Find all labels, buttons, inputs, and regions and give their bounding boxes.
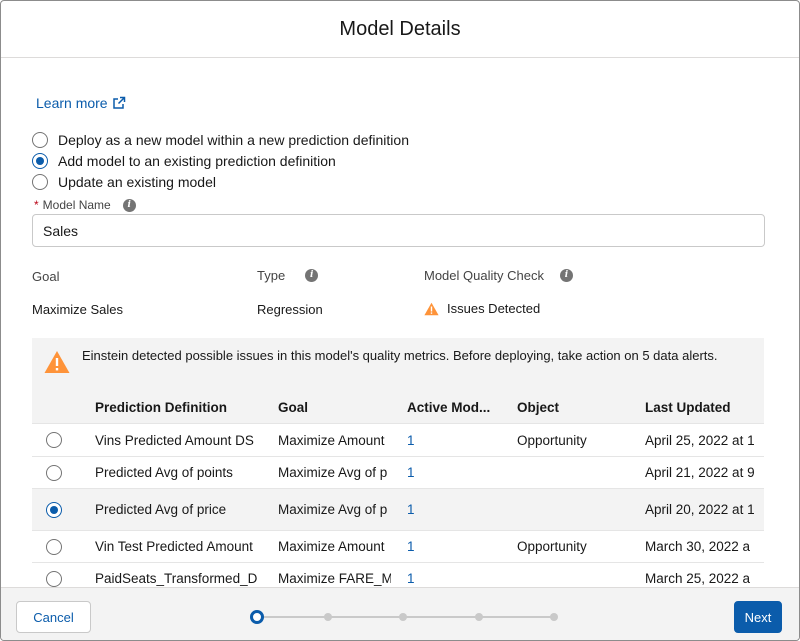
type-value: Regression bbox=[257, 302, 323, 317]
cell-object bbox=[517, 457, 632, 488]
radio-button-selected[interactable] bbox=[32, 153, 48, 169]
quality-label-text: Model Quality Check bbox=[424, 268, 544, 283]
table-row[interactable]: PaidSeats_Transformed_D Maximize FARE_M … bbox=[32, 563, 764, 587]
cell-definition: Predicted Avg of price bbox=[95, 502, 227, 517]
radio-button[interactable] bbox=[32, 132, 48, 148]
required-mark: * bbox=[34, 198, 39, 212]
cell-last-updated: April 25, 2022 at 1 bbox=[645, 432, 755, 448]
cell-definition: Predicted Avg of points bbox=[95, 465, 233, 480]
quality-alert: Einstein detected possible issues in thi… bbox=[32, 338, 764, 391]
cell-goal: Maximize Avg of p bbox=[278, 502, 388, 517]
warning-icon bbox=[44, 351, 70, 373]
info-icon[interactable]: i bbox=[559, 269, 573, 282]
cell-active-models-link[interactable]: 1 bbox=[407, 424, 467, 456]
cancel-button[interactable]: Cancel bbox=[16, 601, 91, 633]
cell-active-models-link[interactable]: 1 bbox=[407, 563, 467, 587]
deploy-option-label: Update an existing model bbox=[58, 174, 216, 190]
cell-active-models-link[interactable]: 1 bbox=[407, 531, 467, 562]
cell-goal: Maximize Amount bbox=[278, 432, 385, 448]
external-link-icon bbox=[112, 96, 125, 109]
table-header-row: Prediction Definition Goal Active Mod...… bbox=[32, 391, 764, 424]
model-details-modal: Model Details Learn more Deploy as a new… bbox=[0, 0, 800, 641]
goal-label: Goal bbox=[32, 269, 59, 284]
table-row[interactable]: Predicted Avg of points Maximize Avg of … bbox=[32, 457, 764, 489]
cell-goal: Maximize Amount bbox=[278, 539, 385, 554]
info-icon[interactable]: i bbox=[122, 198, 136, 212]
row-radio-button[interactable] bbox=[46, 464, 62, 481]
step-4[interactable] bbox=[475, 613, 483, 621]
warning-icon bbox=[424, 302, 439, 315]
goal-value-text: Maximize Sales bbox=[32, 302, 124, 317]
step-3[interactable] bbox=[399, 613, 407, 621]
step-1-active[interactable] bbox=[250, 610, 264, 624]
goal-label-text: Goal bbox=[32, 269, 60, 284]
cell-object bbox=[517, 563, 632, 587]
cell-last-updated: April 21, 2022 at 9 bbox=[645, 465, 755, 480]
modal-header: Model Details bbox=[1, 1, 799, 58]
modal-footer: Cancel Next bbox=[1, 587, 799, 640]
radio-button[interactable] bbox=[32, 174, 48, 190]
deploy-option-label: Deploy as a new model within a new predi… bbox=[58, 132, 409, 148]
type-label-text: Type bbox=[257, 268, 286, 283]
cell-last-updated: March 30, 2022 a bbox=[645, 539, 751, 554]
step-2[interactable] bbox=[324, 613, 332, 621]
row-radio-button[interactable] bbox=[46, 570, 62, 587]
cell-last-updated: March 25, 2022 a bbox=[645, 571, 751, 586]
column-header-prediction-definition[interactable]: Prediction Definition bbox=[95, 391, 265, 423]
alert-text: Einstein detected possible issues in thi… bbox=[82, 348, 718, 363]
cell-object: Opportunity bbox=[517, 539, 587, 554]
cell-active-models-link[interactable]: 1 bbox=[407, 489, 467, 530]
learn-more-link[interactable]: Learn more bbox=[36, 95, 126, 111]
model-name-label: * Model Name i bbox=[34, 198, 136, 212]
column-header-active-models[interactable]: Active Mod... bbox=[407, 391, 507, 423]
deploy-option-label: Add model to an existing prediction defi… bbox=[58, 153, 336, 169]
cell-definition: Vins Predicted Amount DS bbox=[95, 432, 254, 448]
model-name-label-text: Model Name bbox=[42, 198, 111, 212]
goal-value: Maximize Sales bbox=[32, 302, 123, 317]
type-label: Type i bbox=[257, 268, 319, 283]
cell-last-updated: April 20, 2022 at 1 bbox=[645, 502, 755, 517]
table-row-selected[interactable]: Predicted Avg of price Maximize Avg of p… bbox=[32, 489, 764, 531]
row-radio-button[interactable] bbox=[46, 538, 62, 555]
deploy-option-update-model[interactable]: Update an existing model bbox=[32, 174, 216, 190]
column-header-goal[interactable]: Goal bbox=[278, 391, 393, 423]
model-name-input[interactable] bbox=[32, 214, 765, 247]
cell-definition: PaidSeats_Transformed_D bbox=[95, 571, 258, 586]
progress-stepper bbox=[250, 610, 560, 624]
table-row[interactable]: Vin Test Predicted Amount Maximize Amoun… bbox=[32, 531, 764, 563]
step-5[interactable] bbox=[550, 613, 558, 621]
quality-value: Issues Detected bbox=[424, 301, 540, 316]
cell-goal: Maximize FARE_M bbox=[278, 571, 391, 586]
quality-value-text: Issues Detected bbox=[447, 301, 541, 316]
table-row[interactable]: Vins Predicted Amount DS Maximize Amount… bbox=[32, 424, 764, 457]
row-radio-button-selected[interactable] bbox=[46, 501, 62, 518]
deploy-option-existing-definition[interactable]: Add model to an existing prediction defi… bbox=[32, 153, 336, 169]
cell-active-models-link[interactable]: 1 bbox=[407, 457, 467, 488]
quality-label: Model Quality Check i bbox=[424, 268, 573, 283]
type-value-text: Regression bbox=[257, 302, 323, 317]
cell-object: Opportunity bbox=[517, 432, 587, 448]
deploy-option-new-definition[interactable]: Deploy as a new model within a new predi… bbox=[32, 132, 409, 148]
prediction-definitions-table: Prediction Definition Goal Active Mod...… bbox=[32, 391, 764, 587]
cell-object bbox=[517, 489, 632, 530]
column-header-last-updated[interactable]: Last Updated bbox=[645, 391, 764, 423]
learn-more-label: Learn more bbox=[36, 95, 108, 111]
next-button[interactable]: Next bbox=[734, 601, 782, 633]
cell-goal: Maximize Avg of p bbox=[278, 465, 388, 480]
modal-title: Model Details bbox=[339, 18, 461, 40]
cell-definition: Vin Test Predicted Amount bbox=[95, 539, 253, 554]
info-icon[interactable]: i bbox=[305, 269, 319, 282]
row-radio-button[interactable] bbox=[46, 432, 62, 448]
column-header-object[interactable]: Object bbox=[517, 391, 627, 423]
